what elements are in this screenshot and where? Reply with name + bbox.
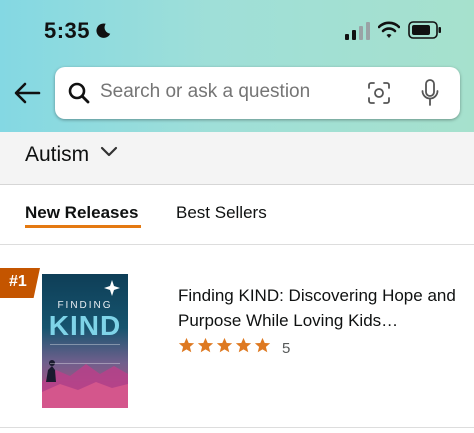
star-icon (178, 337, 195, 353)
camera-scan-icon[interactable] (367, 81, 391, 105)
star-icon (197, 337, 214, 353)
status-time: 5:35 (44, 18, 91, 43)
tab-best-sellers[interactable]: Best Sellers (176, 203, 267, 223)
search-icon (68, 82, 90, 104)
divider (0, 244, 474, 245)
active-tab-indicator (25, 225, 141, 228)
search-input[interactable] (100, 81, 350, 103)
star-icon (235, 337, 252, 353)
star-icon (216, 337, 233, 353)
product-title[interactable]: Finding KIND: Discovering Hope and Purpo… (178, 283, 463, 333)
star-rating[interactable] (178, 337, 273, 357)
rank-label: #1 (9, 273, 27, 290)
cover-subtitle-band (50, 344, 120, 364)
chevron-down-icon[interactable] (100, 145, 118, 159)
category-selector[interactable]: Autism (25, 143, 89, 167)
wifi-icon (378, 21, 400, 38)
cover-title-main: KIND (48, 310, 122, 341)
review-count[interactable]: 5 (282, 340, 290, 357)
microphone-icon[interactable] (421, 79, 439, 107)
tab-new-releases[interactable]: New Releases (25, 203, 138, 223)
silhouette-figure (46, 366, 56, 382)
divider (0, 427, 474, 428)
book-cover-image[interactable]: FINDING KIND (42, 274, 128, 408)
star-sparkle-icon (104, 280, 120, 296)
category-bar: Autism (0, 132, 474, 185)
cellular-signal-icon (345, 22, 370, 40)
back-arrow-icon[interactable] (12, 80, 42, 106)
moon-icon (96, 23, 111, 38)
search-bar[interactable] (55, 67, 460, 119)
battery-icon (408, 21, 441, 39)
star-icon (254, 337, 271, 353)
rank-badge: #1 (0, 268, 40, 298)
